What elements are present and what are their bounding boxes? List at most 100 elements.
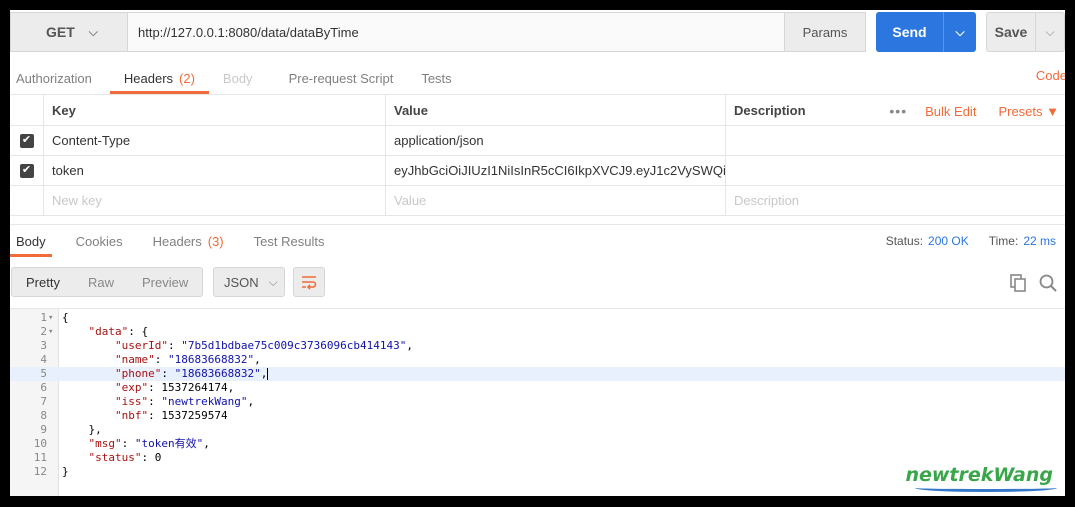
more-options-icon[interactable]: ••• [889,103,907,119]
format-select[interactable]: JSON ⌵ [213,267,285,297]
tab-label: Headers [123,70,174,86]
key-cell[interactable]: Content-Type [43,126,385,155]
send-label: Send [892,24,927,40]
code-text: "nbf": 1537259574 [114,409,228,422]
tab-count-badge: (3) [207,233,224,249]
line-number: 2 [40,325,47,338]
line-number: 4 [40,353,47,366]
code-line: 11 "status": 0 [10,451,1065,465]
tab-body[interactable]: Body [217,62,259,94]
code-line: 1 ▾ { [10,311,1065,325]
code-text: "phone": "18683668832", [114,367,269,380]
code-text: { [62,311,69,324]
table-row: ✔ token eyJhbGciOiJIUzI1NiIsInR5cCI6IkpX… [10,156,1065,186]
code-text: "iss": "newtrekWang", [114,395,255,408]
line-number: 3 [40,339,47,352]
header-actions: ••• Bulk Edit Presets ▼ [889,95,1065,127]
method-label: GET [46,24,75,40]
save-chevron-down-icon[interactable]: ⌵ [1036,25,1064,40]
code-line: 3 "userId": "7b5d1bdbae75c009c3736096cb4… [10,339,1065,353]
new-description-input[interactable]: Description [725,186,1065,215]
view-mode-raw[interactable]: Raw [74,275,128,290]
row-checkbox[interactable]: ✔ [10,156,43,185]
code-line: 7 "iss": "newtrekWang", [10,395,1065,409]
tab-label: Body [16,233,46,249]
row-checkbox[interactable]: ✔ [10,126,43,155]
status-value[interactable]: 200 OK [928,234,969,248]
value-cell[interactable]: eyJhbGciOiJIUzI1NiIsInR5cCI6IkpXVCJ9.eyJ… [385,156,725,185]
tab-headers[interactable]: Headers (2) [109,62,209,94]
text-cursor [267,368,269,380]
format-label: JSON [224,274,259,290]
table-row-new: New key Value Description [10,186,1065,216]
description-cell[interactable] [725,156,1065,185]
tab-response-headers[interactable]: Headers (3) [147,225,230,257]
checkmark-icon: ✔ [19,133,34,148]
code-line: 2 ▾ "data": { [10,325,1065,339]
tab-label: Tests [421,70,452,86]
key-cell[interactable]: token [43,156,385,185]
watermark-swoosh [915,484,1057,492]
presets-dropdown[interactable]: Presets ▼ [998,104,1059,119]
request-bar: GET ⌵ http://127.0.0.1:8080/data/dataByT… [10,12,1065,54]
tab-label: Body [222,70,253,86]
code-text: "data": { [88,325,149,338]
method-select[interactable]: GET ⌵ [10,12,127,52]
code-link[interactable]: Code [1036,68,1065,83]
wrap-lines-icon [302,276,317,290]
column-key: Key [43,95,385,125]
save-button[interactable]: Save ⌵ [986,12,1065,52]
tab-label: Cookies [75,233,123,249]
line-number: 7 [40,395,47,408]
postman-window: GET ⌵ http://127.0.0.1:8080/data/dataByT… [10,10,1065,496]
code-line: 4 "name": "18683668832", [10,353,1065,367]
params-button[interactable]: Params [785,12,866,52]
tab-count-badge: (2) [179,70,195,86]
send-chevron-down-icon[interactable]: ⌵ [944,25,976,40]
line-number: 9 [40,423,47,436]
bulk-edit-link[interactable]: Bulk Edit [925,104,976,119]
headers-table: Key Value Description ••• Bulk Edit Pres… [10,94,1065,216]
view-mode-preview[interactable]: Preview [128,275,202,290]
wrap-lines-button[interactable] [293,267,325,297]
line-number: 6 [40,381,47,394]
tab-tests[interactable]: Tests [415,62,457,94]
code-line: 9 }, [10,423,1065,437]
headers-table-header: Key Value Description ••• Bulk Edit Pres… [10,94,1065,126]
value-cell[interactable]: application/json [385,126,725,155]
code-text: "exp": 1537264174, [114,381,235,394]
tab-label: Test Results [253,233,325,249]
tab-cookies[interactable]: Cookies [70,225,129,257]
save-label: Save [994,24,1028,40]
send-button[interactable]: Send ⌵ [876,12,976,52]
code-line: 5 "phone": "18683668832", [10,367,1065,381]
line-number: 12 [33,465,47,478]
description-cell[interactable] [725,126,1065,155]
view-mode-pretty[interactable]: Pretty [12,275,74,290]
time-value[interactable]: 22 ms [1023,234,1056,248]
url-input[interactable]: http://127.0.0.1:8080/data/dataByTime [127,12,785,52]
table-row: ✔ Content-Type application/json [10,126,1065,156]
search-icon[interactable] [1038,273,1058,293]
copy-icon[interactable] [1008,273,1028,293]
fold-toggle-icon[interactable]: ▾ [48,325,53,339]
chevron-down-icon: ⌵ [268,274,278,289]
tab-test-results[interactable]: Test Results [248,225,331,257]
url-text: http://127.0.0.1:8080/data/dataByTime [138,24,359,40]
tab-response-body[interactable]: Body [10,225,52,257]
chevron-down-icon: ⌵ [88,24,98,39]
tab-pre-request-script[interactable]: Pre-request Script [283,62,400,94]
code-lines: 1 ▾{2 ▾ "data": {3 "userId": "7b5d1bdbae75… [10,311,1065,479]
header-check-column [10,95,43,125]
code-text: "name": "18683668832", [114,353,261,366]
code-text: "status": 0 [88,451,162,464]
tab-authorization[interactable]: Authorization [10,62,98,94]
line-number: 10 [33,437,47,450]
checkmark-icon: ✔ [19,163,34,178]
status-label: Status: [885,233,924,248]
new-value-input[interactable]: Value [385,186,725,215]
time-label: Time: [988,233,1019,248]
new-key-input[interactable]: New key [43,186,385,215]
fold-toggle-icon[interactable]: ▾ [48,311,53,325]
view-mode-group: Pretty Raw Preview [11,267,204,297]
